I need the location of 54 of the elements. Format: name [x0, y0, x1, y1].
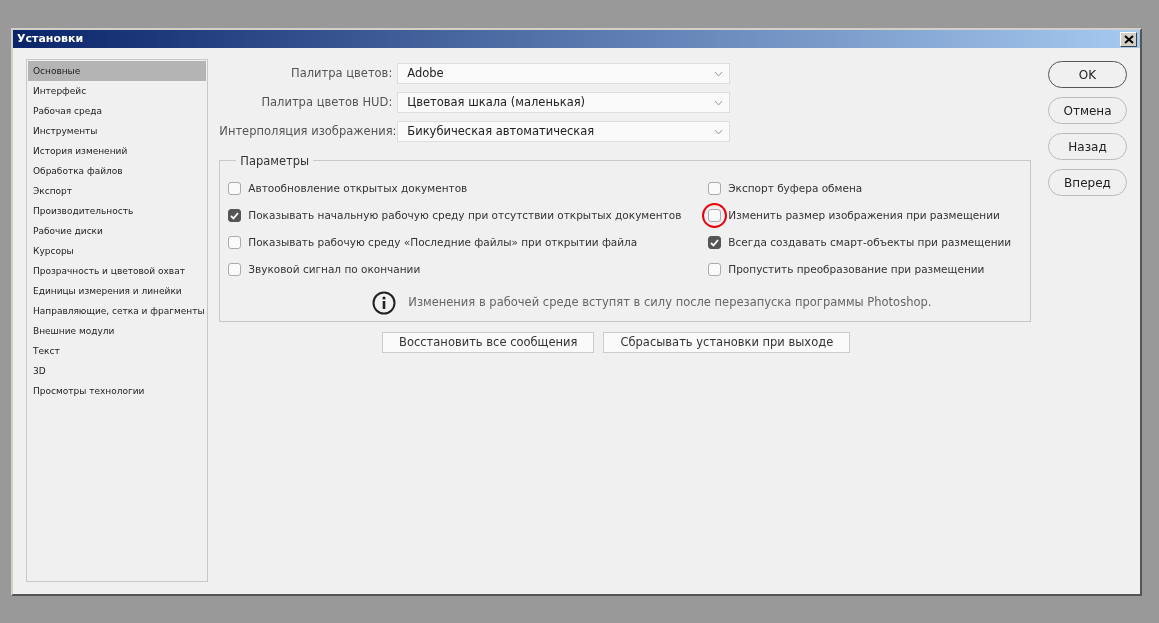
checkbox[interactable] — [228, 236, 242, 249]
checkbox-label: Всегда создавать смарт-объекты при размещении — [728, 234, 1012, 250]
checkbox[interactable] — [708, 236, 722, 249]
dialog-button[interactable]: Назад — [1048, 133, 1127, 160]
checkbox-label: Пропустить преобразование при размещении — [728, 261, 985, 277]
sidebar-item[interactable]: Просмотры технологии — [28, 381, 207, 401]
info-icon — [372, 291, 397, 315]
dialog-button[interactable]: Отмена — [1048, 97, 1127, 124]
sidebar-item[interactable]: Основные — [28, 61, 207, 81]
sidebar-item[interactable]: 3D — [28, 361, 207, 381]
sidebar-item[interactable]: Инструменты — [28, 121, 207, 141]
sidebar-item[interactable]: Текст — [28, 341, 207, 361]
sidebar-item[interactable]: Экспорт — [28, 181, 207, 201]
dropdown-label: Интерполяция изображения: — [219, 122, 398, 140]
dropdown-label: Палитра цветов HUD: — [260, 93, 394, 111]
sidebar-item[interactable]: Внешние модули — [28, 321, 207, 341]
checkbox-label: Изменить размер изображения при размещении — [728, 207, 1000, 223]
checkbox-label: Экспорт буфера обмена — [728, 180, 863, 196]
chevron-icon — [714, 128, 724, 135]
sidebar-item[interactable]: Курсоры — [28, 241, 207, 261]
dropdown[interactable]: Adobe — [397, 63, 731, 84]
info-note: Изменения в рабочей среде вступят в силу после перезапуска программы Photoshop. — [408, 294, 932, 312]
sidebar-item[interactable]: Интерфейс — [28, 81, 207, 101]
window-title: Установки — [17, 30, 84, 47]
close-icon — [1123, 34, 1134, 44]
checkbox[interactable] — [228, 182, 242, 195]
checkbox[interactable] — [228, 209, 242, 222]
group-title: Параметры — [236, 153, 314, 171]
dialog-button[interactable]: Вперед — [1048, 169, 1127, 196]
chevron-icon — [714, 99, 724, 106]
sidebar-item[interactable]: Прозрачность и цветовой охват — [28, 261, 207, 281]
checkbox[interactable] — [708, 263, 722, 276]
sidebar-item[interactable]: Рабочие диски — [28, 221, 207, 241]
chevron-icon — [714, 70, 724, 77]
sidebar-item[interactable]: Рабочая среда — [28, 101, 207, 121]
dropdown[interactable]: Бикубическая автоматическая — [397, 121, 731, 142]
checkbox[interactable] — [708, 209, 722, 222]
checkbox-label: Показывать начальную рабочую среду при отсутствии открытых документов — [248, 207, 682, 223]
dropdown[interactable]: Цветовая шкала (маленькая) — [397, 92, 731, 113]
checkbox-label: Автообновление открытых документов — [248, 180, 468, 196]
sidebar-item[interactable]: Производительность — [28, 201, 207, 221]
dropdown-label: Палитра цветов: — [290, 64, 394, 82]
checkbox-label: Звуковой сигнал по окончании — [248, 261, 421, 277]
dialog-button[interactable]: Восстановить все сообщения — [382, 332, 595, 353]
sidebar-item[interactable]: Направляющие, сетка и фрагменты — [28, 301, 207, 321]
checkbox[interactable] — [708, 182, 722, 195]
checkbox-label: Показывать рабочую среду «Последние файлы» при открытии файла — [248, 234, 638, 250]
sidebar-item[interactable]: История изменений — [28, 141, 207, 161]
sidebar-item[interactable]: Обработка файлов — [28, 161, 207, 181]
close-button[interactable] — [1120, 31, 1137, 47]
checkbox[interactable] — [228, 263, 242, 276]
dialog-button[interactable]: Сбрасывать установки при выходе — [603, 332, 851, 353]
dialog-button[interactable]: OK — [1048, 61, 1127, 88]
sidebar-item[interactable]: Единицы измерения и линейки — [28, 281, 207, 301]
